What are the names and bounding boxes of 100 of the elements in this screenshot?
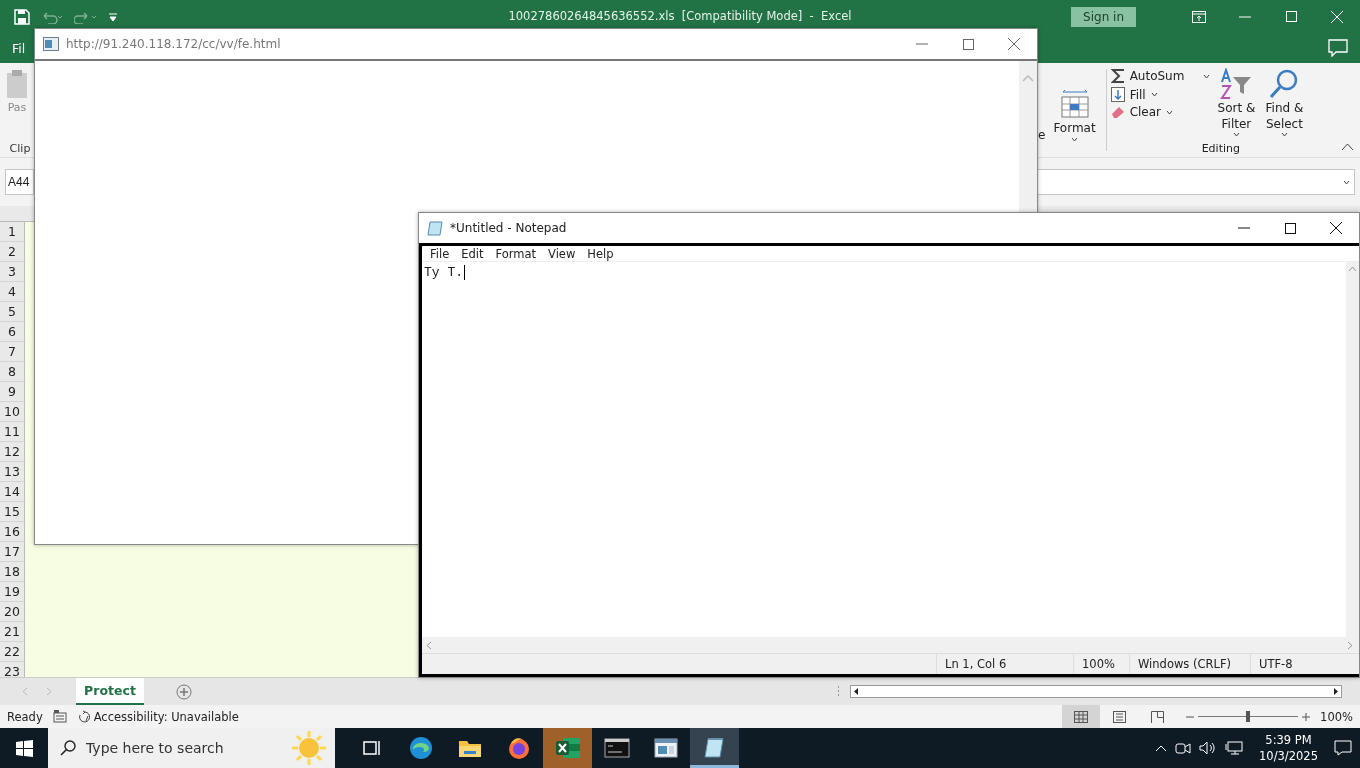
row-number: 8 [0,362,25,382]
notepad-icon [427,220,443,236]
row-number: 11 [0,422,25,442]
terminal-icon [603,738,630,758]
horizontal-scrollbar[interactable] [850,685,1342,698]
text-editor[interactable]: Ty T. [422,262,1346,637]
vertical-scrollbar[interactable] [1346,262,1359,637]
zoom-in-icon[interactable] [1302,712,1311,721]
window-icon [43,37,59,51]
row-number: 15 [0,502,25,522]
scroll-up-icon [1022,75,1034,82]
caret-icon [1203,73,1211,79]
task-view-icon [361,738,382,758]
minimize-icon [1238,227,1250,229]
ribbon-label: e [1038,127,1046,142]
row-number: 21 [0,622,25,642]
comment-icon[interactable] [1328,39,1348,57]
row-number: 6 [0,322,25,342]
close-icon [1331,10,1343,23]
caret-icon [1166,109,1174,115]
clipboard-icon [6,69,28,99]
save-icon[interactable] [14,8,30,25]
firefox-icon [506,736,531,760]
menu-item[interactable]: File [424,246,456,261]
page-break-icon [1150,710,1164,723]
eraser-icon [1110,106,1125,118]
maximize-icon [1284,222,1296,234]
network-icon[interactable] [1225,741,1244,755]
vertical-scrollbar[interactable] [1019,61,1037,213]
caret-icon [1071,137,1079,142]
close-icon [1330,222,1342,234]
minimize-icon [1239,15,1251,18]
menu-item[interactable]: Help [581,246,620,261]
sigma-icon [1110,68,1125,84]
format-button[interactable]: Format [1049,89,1100,142]
menu-item[interactable]: Edit [455,246,490,261]
search-icon [60,740,76,756]
maximize-icon [962,38,974,50]
show-hidden-icon[interactable] [1155,744,1168,752]
row-number: 5 [0,302,25,322]
sign-in-button[interactable]: Sign in [1071,6,1136,27]
scroll-up-icon [1348,266,1357,272]
search-field[interactable]: Type here to search [48,728,335,768]
camera-icon[interactable] [1175,741,1192,755]
ribbon-display-icon [1192,10,1206,23]
menu-item[interactable]: View [542,246,582,261]
windows-icon [15,739,33,757]
status-text: Accessibility: Unavailable [93,709,239,724]
volume-icon[interactable] [1199,741,1218,755]
row-number: 18 [0,562,25,582]
row-number: 4 [0,282,25,302]
grid-icon [1074,710,1089,723]
row-number: 7 [0,342,25,362]
row-number: 9 [0,382,25,402]
caret-icon [1280,132,1288,137]
row-number: 13 [0,462,25,482]
window-title: http://91.240.118.172/cc/vv/fe.html [66,37,281,51]
sun-icon [291,730,327,766]
zoom-level: 100% [1320,709,1353,724]
customize-icon[interactable] [108,11,118,22]
page-icon [1112,710,1126,723]
window-title: *Untitled - Notepad [450,221,567,235]
row-number: 19 [0,582,25,602]
autosum-button[interactable]: AutoSum [1110,68,1211,84]
row-number: 14 [0,482,25,502]
status-text: Ln 1, Col 6 [936,654,1073,674]
notification-icon[interactable] [1334,740,1352,756]
add-sheet-icon[interactable] [176,683,192,700]
spreadsheet-app-icon [554,736,581,760]
group-label: Clip [8,142,31,155]
row-number: 23 [0,662,25,677]
scroll-right-icon [1347,640,1353,650]
taskbar-app-button[interactable] [690,728,739,768]
status-text: 100% [1073,654,1129,674]
normal-view-button[interactable] [1062,705,1101,728]
menu-item[interactable]: Format [489,246,543,261]
window-app-icon [653,738,678,758]
fill-button[interactable]: Fill [1110,87,1211,102]
row-number: 20 [0,602,25,622]
maximize-icon [1285,11,1297,22]
fill-down-icon [1110,87,1125,102]
window-title: 10027860264845636552.xls [Compatibility Mode] - Excel [508,9,852,23]
sort-filter-button[interactable]: Sort & Filter [1214,68,1259,137]
row-number: 12 [0,442,25,462]
caret-icon [1150,92,1158,97]
row-number: 1 [0,222,25,242]
group-label: Editing [1200,142,1241,157]
notepad-icon [702,735,727,758]
minimize-icon [916,43,928,45]
clear-button[interactable]: Clear [1110,105,1211,119]
collapse-ribbon-icon[interactable] [1341,143,1354,151]
file-tab[interactable]: Fil [12,40,26,56]
slider-thumb[interactable] [1246,711,1251,722]
accessibility-icon [76,709,91,724]
horizontal-scrollbar[interactable] [422,637,1359,653]
clock[interactable]: 5:39 PM 10/3/2025 [1259,732,1318,764]
close-icon [1008,38,1020,50]
name-box[interactable]: A44 [5,169,34,195]
find-select-button[interactable]: Find & Select [1262,68,1307,137]
sheet-tab[interactable]: Protect [76,678,144,705]
